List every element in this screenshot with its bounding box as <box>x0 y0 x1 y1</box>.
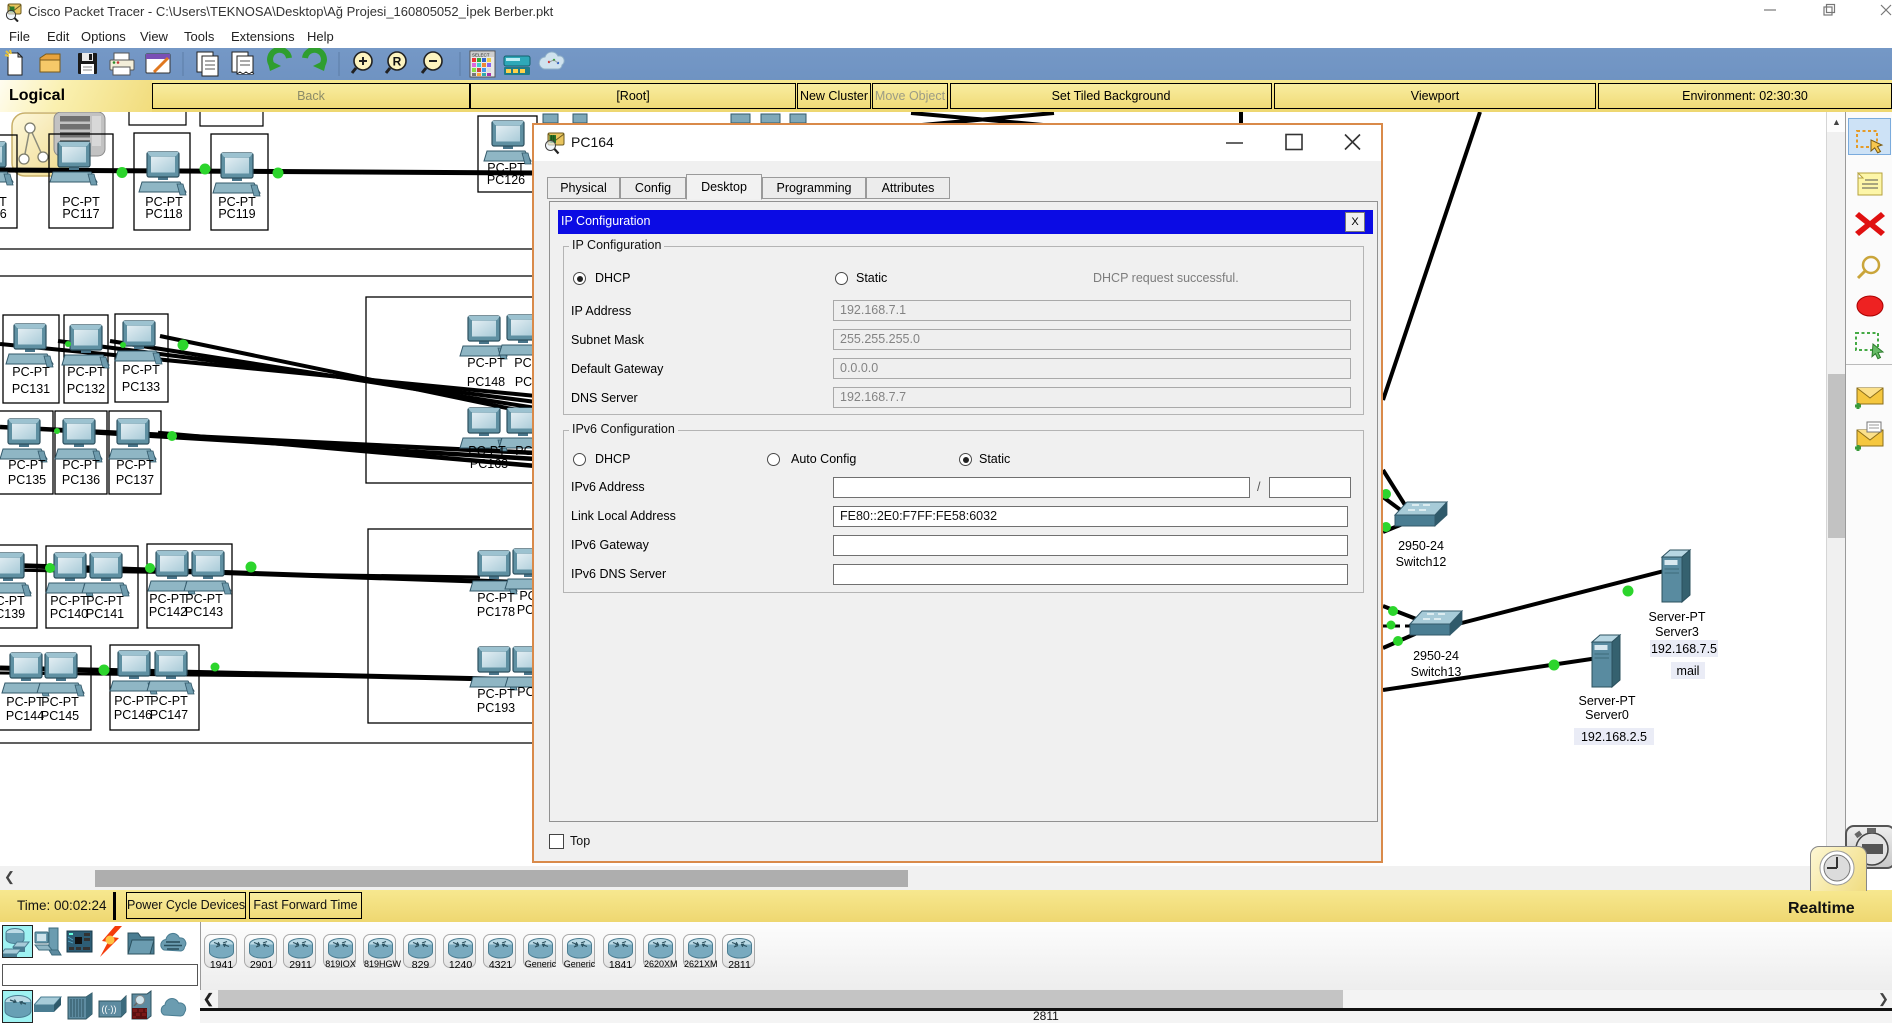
svg-text:2950-24: 2950-24 <box>1413 649 1459 663</box>
svg-text:PC-PT: PC-PT <box>467 356 505 370</box>
svg-text:PC-PT: PC-PT <box>8 458 46 472</box>
svg-text:2950-24: 2950-24 <box>1398 539 1444 553</box>
svg-text:PC163: PC163 <box>470 457 508 471</box>
svg-text:192.168.2.5: 192.168.2.5 <box>1581 730 1647 744</box>
svg-text:PC145: PC145 <box>41 709 79 723</box>
svg-text:PC136: PC136 <box>62 473 100 487</box>
svg-text:mail: mail <box>1677 664 1700 678</box>
svg-text:PC-PT: PC-PT <box>0 594 25 608</box>
svg-text:PC139: PC139 <box>0 607 25 621</box>
svg-text:PC-PT: PC-PT <box>468 444 506 458</box>
svg-text:PC140: PC140 <box>50 607 88 621</box>
svg-text:PC142: PC142 <box>149 605 187 619</box>
svg-text:PC141: PC141 <box>86 607 124 621</box>
svg-text:PC133: PC133 <box>122 380 160 394</box>
svg-text:Switch13: Switch13 <box>1411 665 1462 679</box>
svg-text:Server-PT: Server-PT <box>1579 694 1636 708</box>
svg-text:PC137: PC137 <box>116 473 154 487</box>
svg-text:192.168.7.5: 192.168.7.5 <box>1651 642 1717 656</box>
svg-text:Server0: Server0 <box>1585 708 1629 722</box>
svg-text:PC135: PC135 <box>8 473 46 487</box>
svg-text:PC-PT: PC-PT <box>477 591 515 605</box>
svg-text:Server-PT: Server-PT <box>1649 610 1706 624</box>
svg-text:PC119: PC119 <box>218 207 255 221</box>
svg-text:PC116: PC116 <box>0 207 7 221</box>
svg-text:PC-PT: PC-PT <box>477 687 515 701</box>
svg-text:PC126: PC126 <box>487 173 525 187</box>
svg-text:PC-PT: PC-PT <box>50 594 88 608</box>
svg-text:PC147: PC147 <box>150 708 188 722</box>
svg-text:PC118: PC118 <box>145 207 182 221</box>
svg-text:PC-PT: PC-PT <box>185 592 223 606</box>
svg-text:PC-PT: PC-PT <box>67 365 105 379</box>
svg-text:PC148: PC148 <box>467 375 505 389</box>
svg-text:PC-PT: PC-PT <box>6 695 44 709</box>
svg-text:PC131: PC131 <box>12 382 50 396</box>
svg-text:((·)): ((·)) <box>102 1004 117 1014</box>
svg-text:PC-PT: PC-PT <box>122 363 160 377</box>
svg-text:Server3: Server3 <box>1655 625 1699 639</box>
svg-text:PC146: PC146 <box>114 708 152 722</box>
svg-text:PC-PT: PC-PT <box>150 694 188 708</box>
svg-text:PC-PT: PC-PT <box>12 365 50 379</box>
svg-text:PC143: PC143 <box>185 605 223 619</box>
svg-text:PC-PT: PC-PT <box>41 695 79 709</box>
svg-text:PC-PT: PC-PT <box>86 594 124 608</box>
svg-text:PC-PT: PC-PT <box>149 592 187 606</box>
svg-text:PC-PT: PC-PT <box>114 694 152 708</box>
svg-text:PC193: PC193 <box>477 701 515 715</box>
svg-text:PC-PT: PC-PT <box>62 458 100 472</box>
svg-text:PC117: PC117 <box>62 207 99 221</box>
svg-text:PC132: PC132 <box>67 382 105 396</box>
svg-text:R: R <box>393 55 402 69</box>
svg-text:Switch12: Switch12 <box>1396 555 1447 569</box>
svg-text:PC-PT: PC-PT <box>116 458 154 472</box>
svg-text:PC144: PC144 <box>6 709 44 723</box>
svg-text:SELECT: SELECT <box>472 53 490 58</box>
svg-text:PC178: PC178 <box>477 605 515 619</box>
